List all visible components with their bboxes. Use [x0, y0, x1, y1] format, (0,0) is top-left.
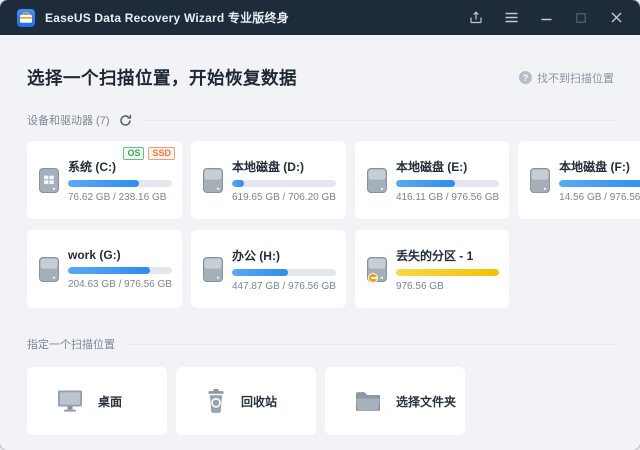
drive-name: 本地磁盘 (D:) [232, 158, 336, 175]
folder-icon [355, 391, 381, 412]
location-label: 桌面 [98, 393, 122, 410]
question-circle-icon: ? [519, 71, 532, 84]
drive-icon [530, 168, 550, 193]
drive-icon [39, 168, 59, 193]
recycle-bin-icon [206, 389, 226, 413]
drive-usage-bar [396, 269, 499, 276]
drive-name: 办公 (H:) [232, 247, 336, 264]
drive-name: 本地磁盘 (F:) [559, 158, 640, 175]
drive-capacity: 416.11 GB / 976.56 GB [396, 192, 499, 203]
help-link[interactable]: ? 找不到扫描位置 [519, 70, 614, 86]
drive-card[interactable]: 本地磁盘 (E:) 416.11 GB / 976.56 GB [355, 141, 509, 219]
scan-location-card[interactable]: 选择文件夹 [325, 367, 465, 435]
upload-icon[interactable] [468, 10, 484, 26]
drive-icon [203, 168, 223, 193]
drive-capacity: 976.56 GB [396, 281, 499, 292]
drive-name: 本地磁盘 (E:) [396, 158, 499, 175]
drive-card[interactable]: 丢失的分区 - 1 976.56 GB [355, 230, 509, 308]
section-divider [128, 344, 614, 345]
page-title: 选择一个扫描位置，开始恢复数据 [27, 65, 297, 90]
menu-icon[interactable] [503, 10, 519, 26]
help-link-label: 找不到扫描位置 [537, 70, 614, 86]
drives-grid: OS SSD 系统 (C:) 76.62 GB / 238.16 GB [27, 141, 614, 308]
drive-name: 系统 (C:) [68, 158, 172, 175]
window-title: EaseUS Data Recovery Wizard 专业版终身 [45, 9, 289, 26]
drive-usage-bar [232, 269, 336, 276]
drive-icon [203, 257, 223, 282]
scan-location-card[interactable]: 桌面 [27, 367, 167, 435]
drive-badges: OS SSD [123, 147, 175, 160]
location-label: 回收站 [241, 393, 277, 410]
drive-usage-bar [68, 267, 172, 274]
maximize-icon[interactable] [573, 10, 589, 26]
drive-name: 丢失的分区 - 1 [396, 247, 499, 264]
drive-usage-fill [68, 180, 139, 187]
location-label: 选择文件夹 [396, 393, 456, 410]
drive-usage-fill [559, 180, 640, 187]
drive-usage-fill [396, 180, 455, 187]
minimize-icon[interactable] [538, 10, 554, 26]
drive-capacity: 204.63 GB / 976.56 GB [68, 279, 172, 290]
drive-usage-fill [396, 269, 499, 276]
scan-location-card[interactable]: 回收站 [176, 367, 316, 435]
drive-card[interactable]: 本地磁盘 (F:) 14.56 GB / 976.56 GB [518, 141, 640, 219]
badge-ssd: SSD [148, 147, 175, 160]
drive-usage-bar [559, 180, 640, 187]
drive-usage-bar [232, 180, 336, 187]
drive-icon [39, 257, 59, 282]
drive-usage-bar [396, 180, 499, 187]
close-icon[interactable] [608, 10, 624, 26]
drive-icon [367, 168, 387, 193]
drive-usage-bar [68, 180, 172, 187]
main-content: 选择一个扫描位置，开始恢复数据 ? 找不到扫描位置 设备和驱动器 (7) OS S… [0, 35, 640, 435]
refresh-icon[interactable] [119, 114, 132, 127]
section-divider [145, 120, 615, 121]
drive-card[interactable]: 办公 (H:) 447.87 GB / 976.56 GB [191, 230, 346, 308]
drive-icon [367, 257, 387, 282]
drive-name: work (G:) [68, 248, 172, 262]
lost-partition-badge-icon [368, 273, 378, 283]
badge-os: OS [123, 147, 144, 160]
drive-card[interactable]: 本地磁盘 (D:) 619.65 GB / 706.20 GB [191, 141, 346, 219]
drive-usage-fill [232, 269, 288, 276]
drive-capacity: 619.65 GB / 706.20 GB [232, 192, 336, 203]
locations-section-label: 指定一个扫描位置 [27, 336, 115, 352]
titlebar: EaseUS Data Recovery Wizard 专业版终身 [0, 0, 640, 35]
desktop-icon [57, 390, 83, 412]
locations-grid: 桌面 回收站 选择文件夹 [27, 367, 465, 435]
drive-card[interactable]: work (G:) 204.63 GB / 976.56 GB [27, 230, 182, 308]
drive-card[interactable]: OS SSD 系统 (C:) 76.62 GB / 238.16 GB [27, 141, 182, 219]
drive-capacity: 76.62 GB / 238.16 GB [68, 192, 172, 203]
app-window: EaseUS Data Recovery Wizard 专业版终身 [0, 0, 640, 450]
drive-usage-fill [232, 180, 244, 187]
drive-capacity: 447.87 GB / 976.56 GB [232, 281, 336, 292]
drive-usage-fill [68, 267, 150, 274]
drives-section-label: 设备和驱动器 (7) [27, 112, 110, 128]
app-logo-icon [17, 9, 35, 27]
drive-capacity: 14.56 GB / 976.56 GB [559, 192, 640, 203]
